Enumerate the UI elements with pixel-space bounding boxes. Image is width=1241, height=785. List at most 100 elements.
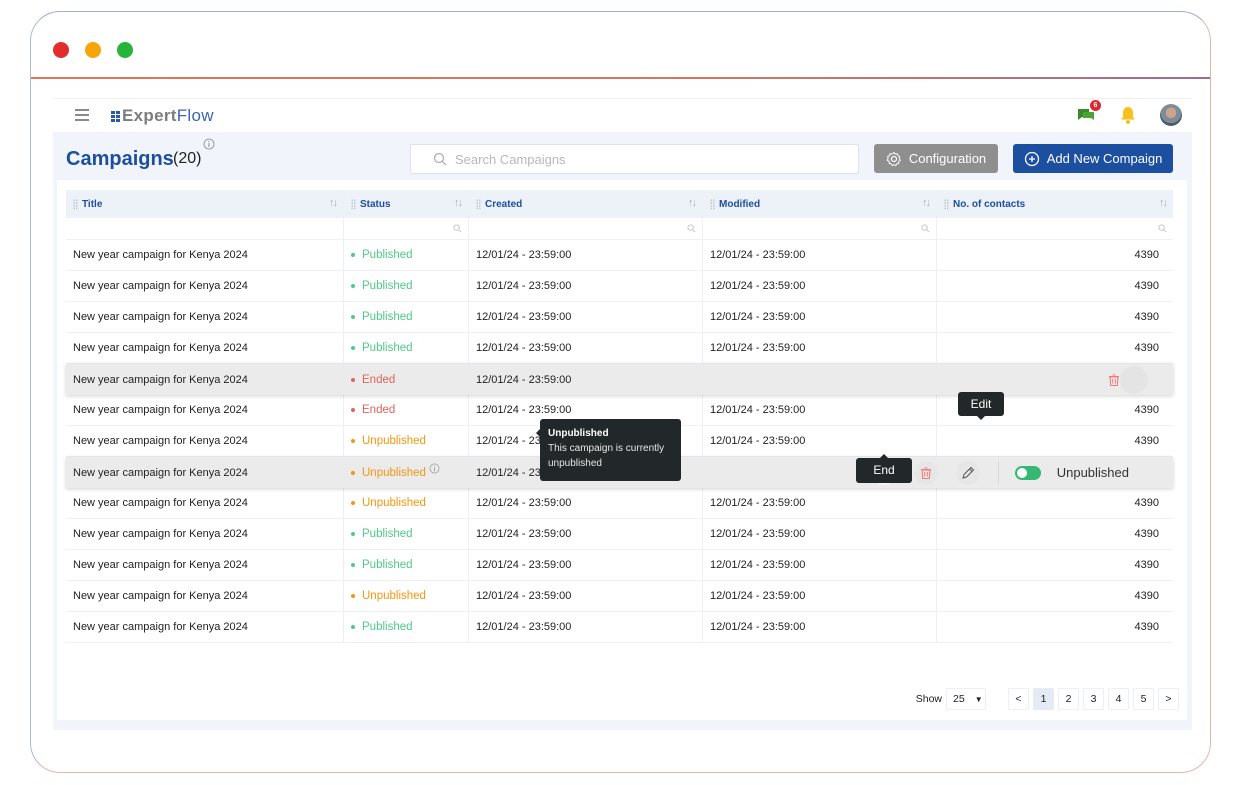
column-header-contacts[interactable]: No. of contacts ↑↓ xyxy=(937,190,1173,218)
column-header-status[interactable]: Status ↑↓ xyxy=(344,190,469,218)
status-badge: Published xyxy=(351,311,413,323)
pencil-icon xyxy=(961,466,974,479)
status-dot-icon xyxy=(351,315,355,319)
campaign-title: New year campaign for Kenya 2024 xyxy=(73,373,248,386)
bell-icon[interactable] xyxy=(1118,105,1138,125)
column-header-created[interactable]: Created ↑↓ xyxy=(469,190,703,218)
filter-created[interactable] xyxy=(469,218,703,239)
page-size-select[interactable]: 25 ▼ xyxy=(946,688,986,710)
end-tooltip: End xyxy=(856,454,912,483)
column-header-title[interactable]: Title ↑↓ xyxy=(66,190,344,218)
cell-contacts: 4390 xyxy=(937,426,1173,456)
table-row[interactable]: New year campaign for Kenya 2024 Publishe… xyxy=(66,302,1173,333)
info-icon[interactable] xyxy=(429,463,440,474)
table-row[interactable]: New year campaign for Kenya 2024 Publishe… xyxy=(66,550,1173,581)
publish-toggle[interactable] xyxy=(1014,465,1041,480)
table-row[interactable]: New year campaign for Kenya 2024 Publishe… xyxy=(66,333,1173,364)
maximize-window-button[interactable] xyxy=(117,42,133,58)
sort-icon[interactable]: ↑↓ xyxy=(922,197,931,209)
minimize-window-button[interactable] xyxy=(85,42,101,58)
cell-contacts: 4390 xyxy=(937,240,1173,270)
page-title: Campaigns xyxy=(66,148,174,170)
status-dot-icon xyxy=(351,625,355,629)
edit-button[interactable] xyxy=(955,460,980,485)
created-date: 12/01/24 - 23:59:00 xyxy=(476,559,572,571)
filter-status[interactable] xyxy=(344,218,469,239)
row-actions xyxy=(1102,364,1148,395)
sort-icon[interactable]: ↑↓ xyxy=(454,197,463,209)
campaigns-table: Title ↑↓ Status ↑↓ Created ↑↓ Modified ↑↓ No… xyxy=(66,190,1173,643)
contacts-count: 4390 xyxy=(1134,528,1159,540)
drag-handle-icon[interactable] xyxy=(476,198,481,210)
add-campaign-button[interactable]: Add New Compaign xyxy=(1013,144,1173,173)
table-row[interactable]: New year campaign for Kenya 2024 Unpublis… xyxy=(66,488,1173,519)
cell-contacts: 4390 xyxy=(937,581,1173,611)
contacts-count: 4390 xyxy=(1134,590,1159,602)
next-page-button[interactable]: > xyxy=(1158,688,1179,710)
drag-handle-icon[interactable] xyxy=(73,198,78,210)
chat-badge: 6 xyxy=(1090,100,1101,111)
cell-status: Published xyxy=(344,519,469,549)
edit-tooltip: Edit xyxy=(958,392,1004,420)
column-label: Title xyxy=(82,198,103,210)
cell-title: New year campaign for Kenya 2024 xyxy=(66,271,344,301)
table-row[interactable]: New year campaign for Kenya 2024 Publishe… xyxy=(66,271,1173,302)
prev-page-button[interactable]: < xyxy=(1008,688,1029,710)
column-header-modified[interactable]: Modified ↑↓ xyxy=(703,190,937,218)
modified-date: 12/01/24 - 23:59:00 xyxy=(710,404,806,416)
cell-modified: 12/01/24 - 23:59:00 xyxy=(703,426,937,456)
configuration-label: Configuration xyxy=(908,151,987,166)
page-button-4[interactable]: 4 xyxy=(1108,688,1129,710)
modified-date: 12/01/24 - 23:59:00 xyxy=(710,528,806,540)
filter-modified[interactable] xyxy=(703,218,937,239)
logo-text-flow: Flow xyxy=(176,106,214,125)
search-input[interactable] xyxy=(455,151,835,167)
status-tooltip-title: Unpublished xyxy=(548,428,609,439)
cell-created: 12/01/24 - 23:59:00 xyxy=(469,240,703,270)
drag-handle-icon[interactable] xyxy=(944,198,949,210)
status-dot-icon xyxy=(351,439,355,443)
close-window-button[interactable] xyxy=(53,42,69,58)
sort-icon[interactable]: ↑↓ xyxy=(688,197,697,209)
filter-title[interactable] xyxy=(66,218,344,239)
cell-title: New year campaign for Kenya 2024 xyxy=(66,457,344,488)
cell-title: New year campaign for Kenya 2024 xyxy=(66,333,344,363)
status-dot-icon xyxy=(351,408,355,412)
drag-handle-icon[interactable] xyxy=(710,198,715,210)
campaign-title: New year campaign for Kenya 2024 xyxy=(73,280,248,292)
avatar[interactable] xyxy=(1160,104,1182,126)
row-actions: Unpublished xyxy=(871,457,1173,488)
page-button-5[interactable]: 5 xyxy=(1133,688,1154,710)
cell-modified: 12/01/24 - 23:59:00 xyxy=(703,581,937,611)
cell-created: 12/01/24 - 23:59:00 xyxy=(469,271,703,301)
sort-icon[interactable]: ↑↓ xyxy=(329,197,338,209)
drag-handle-icon[interactable] xyxy=(351,198,356,210)
table-row[interactable]: New year campaign for Kenya 2024 Publishe… xyxy=(66,519,1173,550)
configuration-button[interactable]: Configuration xyxy=(874,144,998,173)
table-row[interactable]: New year campaign for Kenya 2024 Publishe… xyxy=(66,240,1173,271)
page-button-3[interactable]: 3 xyxy=(1083,688,1104,710)
sort-icon[interactable]: ↑↓ xyxy=(1159,197,1168,209)
status-tooltip: Unpublished This campaign is currently u… xyxy=(536,419,681,481)
cell-contacts: 4390 xyxy=(937,302,1173,332)
page-button-2[interactable]: 2 xyxy=(1058,688,1079,710)
campaign-title: New year campaign for Kenya 2024 xyxy=(73,404,248,416)
search-box[interactable] xyxy=(410,144,859,174)
filter-contacts[interactable] xyxy=(937,218,1173,239)
page-button-1[interactable]: 1 xyxy=(1033,688,1054,710)
cell-status: Unpublished xyxy=(344,457,469,488)
cell-created: 12/01/24 - 23:59:00 xyxy=(469,364,703,395)
delete-button[interactable] xyxy=(913,460,938,485)
contacts-count: 4390 xyxy=(1134,621,1159,633)
cell-status: Unpublished xyxy=(344,488,469,518)
menu-icon[interactable] xyxy=(75,109,89,121)
info-icon[interactable] xyxy=(203,138,215,150)
contacts-count: 4390 xyxy=(1134,559,1159,571)
table-row[interactable]: New year campaign for Kenya 2024 Unpublis… xyxy=(66,581,1173,612)
show-label: Show xyxy=(915,693,942,705)
status-badge: Published xyxy=(351,621,413,633)
chat-icon[interactable]: 6 xyxy=(1076,100,1101,125)
logo-mark-icon xyxy=(111,110,120,122)
table-row[interactable]: New year campaign for Kenya 2024 Publishe… xyxy=(66,612,1173,643)
table-row[interactable]: New year campaign for Kenya 2024 Ended 12/… xyxy=(66,364,1173,395)
